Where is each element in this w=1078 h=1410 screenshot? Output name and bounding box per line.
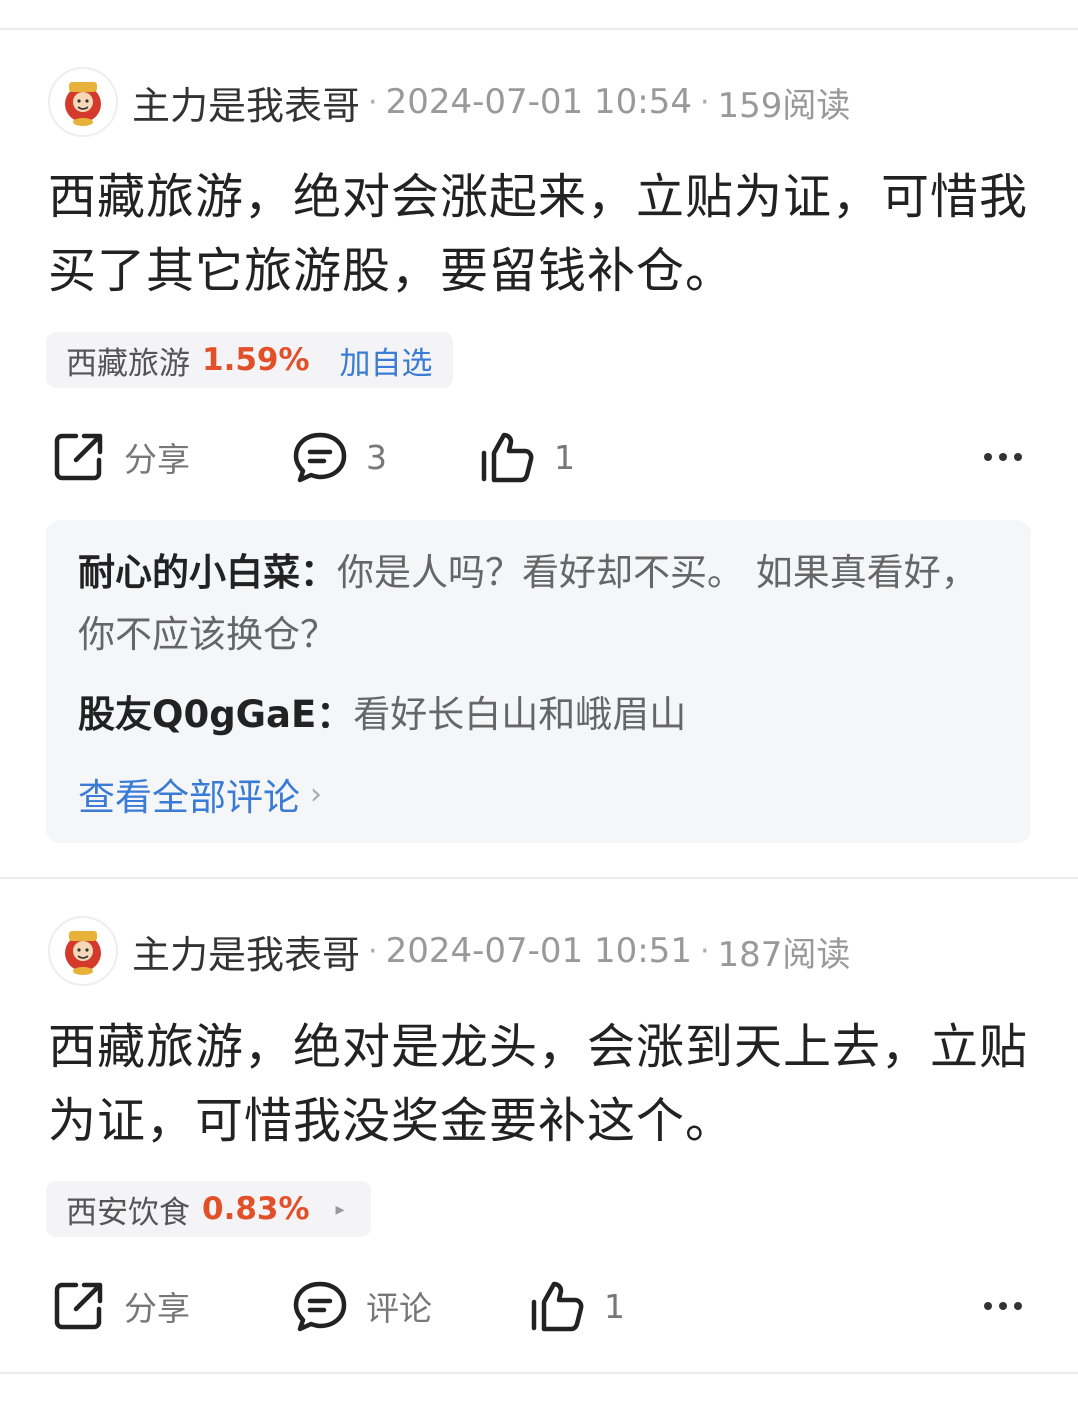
comment-button[interactable]: 3	[292, 427, 387, 487]
avatar-god-of-wealth-icon	[65, 931, 101, 975]
comment-icon	[293, 1281, 347, 1332]
add-watchlist-button[interactable]: 加自选	[340, 338, 433, 383]
author-name[interactable]: 主力是我表哥	[132, 75, 360, 130]
share-label: 分享	[124, 440, 190, 479]
post-datetime: 2024-07-01 10:51	[385, 931, 692, 971]
comment-icon	[293, 432, 347, 483]
more-button[interactable]	[984, 427, 1022, 487]
avatar-god-of-wealth-icon	[65, 82, 101, 126]
bottom-divider	[0, 1372, 1078, 1374]
more-icon	[984, 453, 992, 461]
share-label: 分享	[124, 1289, 190, 1328]
meta-separator: ·	[699, 933, 710, 969]
view-all-label: 查看全部评论	[78, 776, 300, 819]
avatar[interactable]	[48, 916, 118, 986]
comment-item[interactable]: 耐心的小白菜：你是人吗？看好却不买。 如果真看好，你不应该换仓？	[78, 542, 998, 666]
avatar[interactable]	[48, 67, 118, 137]
more-button[interactable]	[984, 1276, 1022, 1336]
stock-tag[interactable]: 西藏旅游 1.59% 加自选	[46, 332, 453, 388]
post-text[interactable]: 西藏旅游，绝对是龙头，会涨到天上去，立贴为证，可惜我没奖金要补这个。	[48, 1010, 1028, 1158]
meta-separator: ·	[699, 84, 710, 120]
like-button[interactable]: 1	[480, 427, 575, 487]
author-row[interactable]: 主力是我表哥 · 2024-07-01 10:54 · 159阅读	[48, 66, 850, 138]
meta-separator: ·	[368, 933, 378, 969]
comment-author[interactable]: 股友Q0gGaE：	[78, 693, 353, 736]
read-count: 187阅读	[717, 934, 851, 975]
share-button[interactable]: 分享	[52, 427, 190, 487]
share-icon	[54, 433, 103, 481]
comment-author[interactable]: 耐心的小白菜：	[78, 551, 337, 594]
author-name[interactable]: 主力是我表哥	[132, 924, 360, 979]
comment-button[interactable]: 评论	[292, 1276, 432, 1336]
post-text[interactable]: 西藏旅游，绝对会涨起来，立贴为证，可惜我买了其它旅游股，要留钱补仓。	[48, 160, 1028, 308]
stock-name: 西藏旅游	[66, 345, 190, 382]
post-divider	[0, 877, 1078, 879]
top-divider	[0, 28, 1078, 30]
more-icon	[999, 1302, 1007, 1310]
comment-text: 看好长白山和峨眉山	[353, 693, 687, 736]
author-row[interactable]: 主力是我表哥 · 2024-07-01 10:51 · 187阅读	[48, 915, 850, 987]
share-button[interactable]: 分享	[52, 1276, 190, 1336]
stock-name: 西安饮食	[66, 1194, 190, 1231]
stock-tag[interactable]: 西安饮食 0.83% ▸	[46, 1181, 371, 1237]
post-datetime: 2024-07-01 10:54	[385, 82, 692, 122]
like-count: 1	[604, 1286, 625, 1326]
like-button[interactable]: 1	[530, 1276, 625, 1336]
stock-change: 1.59%	[202, 342, 310, 378]
more-icon	[984, 1302, 992, 1310]
meta-separator: ·	[368, 84, 378, 120]
comments-preview[interactable]: 耐心的小白菜：你是人吗？看好却不买。 如果真看好，你不应该换仓？ 股友Q0gGa…	[46, 520, 1031, 843]
comment-count: 3	[366, 437, 387, 477]
share-icon	[54, 1282, 103, 1330]
like-count: 1	[554, 437, 575, 477]
like-icon	[531, 1281, 584, 1332]
more-icon	[1014, 1302, 1022, 1310]
chevron-right-icon: ›	[310, 776, 322, 812]
read-count: 159阅读	[717, 85, 851, 126]
view-all-comments-link[interactable]: 查看全部评论 ›	[78, 766, 322, 822]
action-bar: 分享 评论 1	[0, 1276, 1078, 1336]
more-icon	[1014, 453, 1022, 461]
like-icon	[481, 432, 534, 483]
more-icon	[999, 453, 1007, 461]
stock-change: 0.83%	[202, 1191, 310, 1227]
comment-item[interactable]: 股友Q0gGaE：看好长白山和峨眉山	[78, 684, 998, 746]
play-arrow-icon: ▸	[335, 1198, 345, 1220]
comment-label: 评论	[366, 1289, 432, 1328]
action-bar: 分享 3 1	[0, 427, 1078, 487]
